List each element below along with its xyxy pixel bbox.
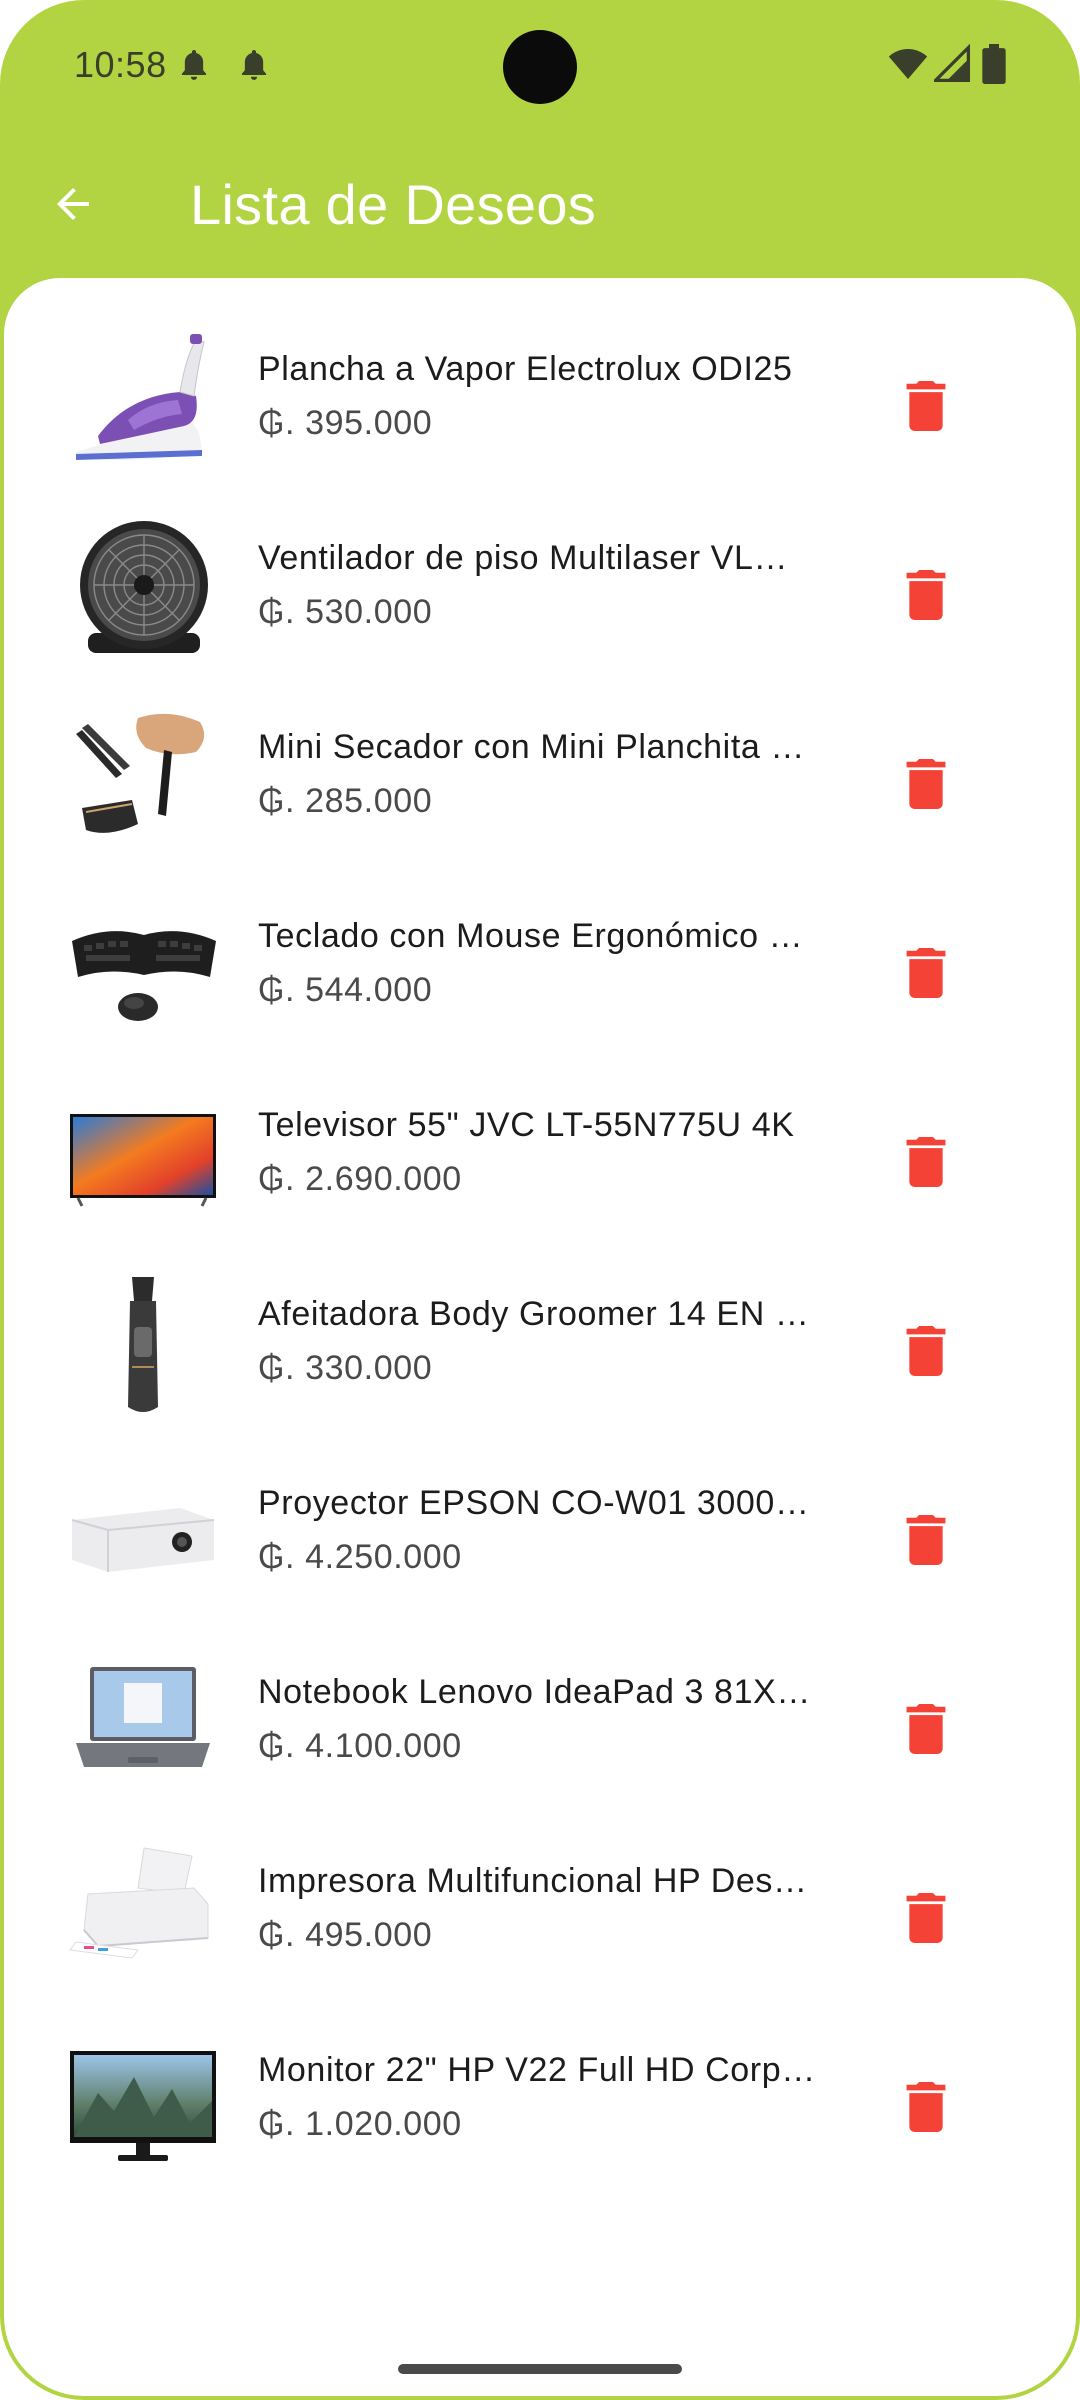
trash-icon	[906, 381, 946, 431]
delete-button[interactable]	[888, 1502, 964, 1578]
wishlist-item[interactable]: Notebook Lenovo IdeaPad 3 81X… ₲. 4.100.…	[4, 1619, 1076, 1808]
wishlist-item[interactable]: Afeitadora Body Groomer 14 EN … ₲. 330.0…	[4, 1241, 1076, 1430]
steam-iron-image	[76, 334, 205, 460]
item-title: Plancha a Vapor Electrolux ODI25	[258, 350, 793, 388]
delete-button[interactable]	[888, 368, 964, 444]
printer-image	[69, 1847, 209, 1959]
wishlist-item[interactable]: Impresora Multifuncional HP Des… ₲. 495.…	[4, 1808, 1076, 1997]
trash-icon	[906, 1137, 946, 1187]
wishlist: Plancha a Vapor Electrolux ODI25 ₲. 395.…	[4, 296, 1076, 2186]
item-title: Notebook Lenovo IdeaPad 3 81X…	[258, 1673, 811, 1711]
delete-button[interactable]	[888, 1691, 964, 1767]
item-price: ₲. 530.000	[258, 593, 433, 631]
notification-bell-icon	[241, 49, 267, 80]
item-price: ₲. 330.000	[258, 1349, 433, 1387]
wifi-icon	[888, 49, 928, 79]
camera-cutout	[503, 30, 577, 104]
app-screen: 10:58 Lista de Deseos Plancha a Vapor El…	[0, 0, 1080, 2400]
item-price: ₲. 4.100.000	[258, 1727, 462, 1765]
page-title: Lista de Deseos	[190, 173, 597, 236]
cell-signal-icon	[934, 44, 970, 82]
delete-button[interactable]	[888, 1124, 964, 1200]
item-title: Monitor 22" HP V22 Full HD Corp…	[258, 2051, 816, 2089]
item-title: Teclado con Mouse Ergonómico …	[258, 917, 804, 955]
keyboard-mouse-image	[72, 931, 216, 1021]
arrow-left-icon	[57, 188, 89, 220]
app-bar: Lista de Deseos	[0, 130, 1080, 280]
trash-icon	[906, 1326, 946, 1376]
status-bar: 10:58	[0, 0, 1080, 130]
item-title: Proyector EPSON CO-W01 3000L…	[258, 1484, 828, 1522]
delete-button[interactable]	[888, 746, 964, 822]
trash-icon	[906, 1893, 946, 1943]
body-groomer-image	[128, 1277, 158, 1412]
delete-button[interactable]	[888, 2069, 964, 2145]
item-title: Impresora Multifuncional HP Des…	[258, 1862, 808, 1900]
item-price: ₲. 2.690.000	[258, 1160, 462, 1198]
projector-image	[71, 1508, 215, 1572]
wishlist-item[interactable]: Plancha a Vapor Electrolux ODI25 ₲. 395.…	[4, 296, 1076, 485]
hair-dryer-set-image	[76, 713, 205, 833]
television-image	[70, 1114, 216, 1207]
item-title: Mini Secador con Mini Planchita …	[258, 728, 806, 766]
delete-button[interactable]	[888, 1313, 964, 1389]
item-price: ₲. 395.000	[258, 404, 433, 442]
item-title: Televisor 55" JVC LT-55N775U 4K	[258, 1106, 795, 1144]
status-time: 10:58	[74, 44, 167, 85]
item-price: ₲. 4.250.000	[258, 1538, 462, 1576]
trash-icon	[906, 1704, 946, 1754]
wishlist-item[interactable]: Teclado con Mouse Ergonómico … ₲. 544.00…	[4, 863, 1076, 1052]
item-price: ₲. 1.020.000	[258, 2105, 462, 2143]
back-button[interactable]	[40, 171, 106, 237]
battery-icon	[982, 44, 1006, 84]
item-price: ₲. 544.000	[258, 971, 433, 1009]
item-title: Afeitadora Body Groomer 14 EN …	[258, 1295, 810, 1333]
floor-fan-image	[80, 521, 208, 653]
wishlist-item[interactable]: Ventilador de piso Multilaser VL… ₲. 530…	[4, 485, 1076, 674]
content-sheet: Plancha a Vapor Electrolux ODI25 ₲. 395.…	[4, 278, 1076, 2396]
monitor-image	[70, 2051, 216, 2161]
trash-icon	[906, 2082, 946, 2132]
delete-button[interactable]	[888, 557, 964, 633]
wishlist-item[interactable]: Monitor 22" HP V22 Full HD Corp… ₲. 1.02…	[4, 1997, 1076, 2186]
wishlist-item[interactable]: Televisor 55" JVC LT-55N775U 4K ₲. 2.690…	[4, 1052, 1076, 1241]
wishlist-item[interactable]: Mini Secador con Mini Planchita … ₲. 285…	[4, 674, 1076, 863]
item-price: ₲. 495.000	[258, 1916, 433, 1954]
wishlist-item[interactable]: Proyector EPSON CO-W01 3000L… ₲. 4.250.0…	[4, 1430, 1076, 1619]
home-indicator[interactable]	[398, 2364, 682, 2374]
trash-icon	[906, 948, 946, 998]
trash-icon	[906, 1515, 946, 1565]
item-title: Ventilador de piso Multilaser VL…	[258, 539, 789, 577]
trash-icon	[906, 570, 946, 620]
notification-bell-icon	[181, 49, 207, 80]
delete-button[interactable]	[888, 1880, 964, 1956]
delete-button[interactable]	[888, 935, 964, 1011]
trash-icon	[906, 759, 946, 809]
laptop-image	[76, 1667, 210, 1767]
item-price: ₲. 285.000	[258, 782, 433, 820]
